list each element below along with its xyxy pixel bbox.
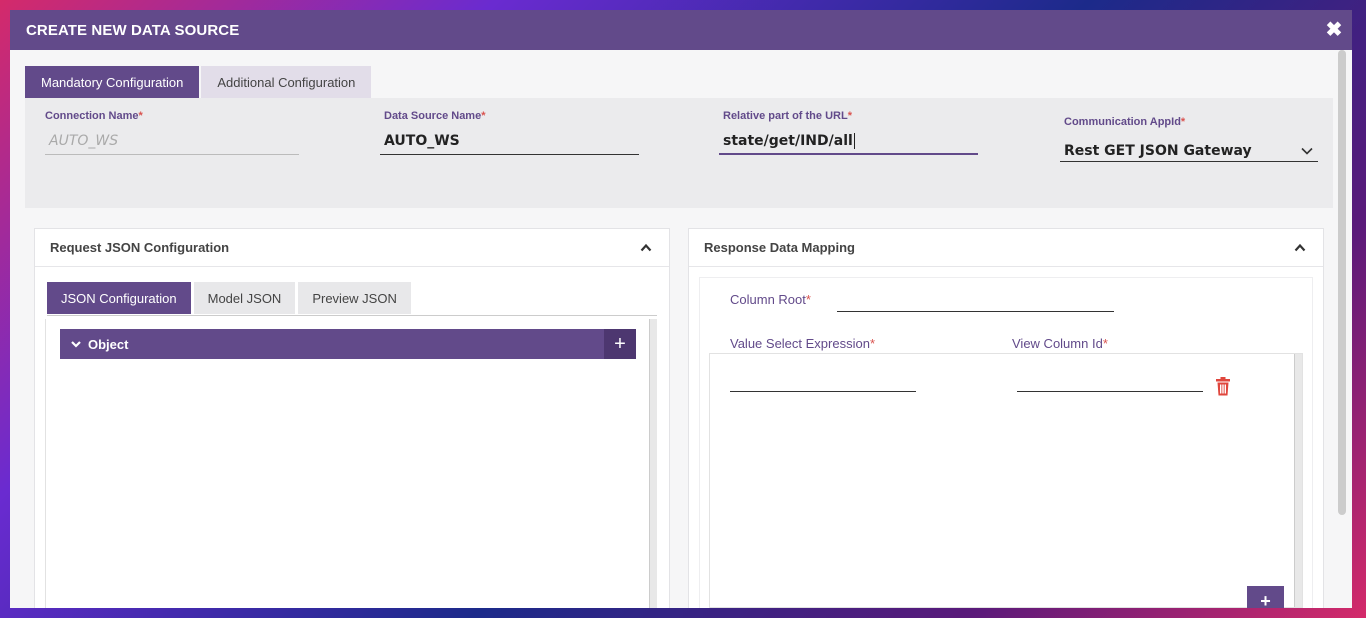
add-child-button[interactable]: + xyxy=(604,329,636,359)
json-tree-area: Object + xyxy=(45,319,657,608)
connection-name-field: Connection Name* AUTO_WS xyxy=(45,110,299,155)
tab-model-json[interactable]: Model JSON xyxy=(193,282,296,314)
data-source-name-field: Data Source Name* AUTO_WS xyxy=(380,110,639,155)
value-select-expression-label: Value Select Expression* xyxy=(730,336,876,351)
view-column-id-input[interactable] xyxy=(1017,391,1203,392)
chevron-up-icon[interactable] xyxy=(1293,241,1307,255)
relative-url-label: Relative part of the URL* xyxy=(723,110,852,122)
chevron-up-icon[interactable] xyxy=(639,241,653,255)
tree-scrollbar[interactable] xyxy=(649,319,657,608)
mapping-content: Column Root* Value Select Expression* Vi… xyxy=(699,277,1313,608)
response-mapping-header: Response Data Mapping xyxy=(689,229,1323,267)
communication-appid-value: Rest GET JSON Gateway xyxy=(1064,142,1252,159)
modal-header: CREATE NEW DATA SOURCE ✖ xyxy=(10,10,1352,50)
data-source-name-input[interactable]: AUTO_WS xyxy=(380,127,639,155)
tab-preview-json[interactable]: Preview JSON xyxy=(298,282,411,314)
object-node[interactable]: Object + xyxy=(60,329,636,359)
value-select-expression-input[interactable] xyxy=(730,391,916,392)
request-json-title: Request JSON Configuration xyxy=(50,240,230,255)
mandatory-config-panel: Connection Name* AUTO_WS Data Source Nam… xyxy=(25,98,1333,208)
communication-appid-label: Communication AppId* xyxy=(1064,116,1186,128)
tab-mandatory-configuration[interactable]: Mandatory Configuration xyxy=(25,66,200,99)
communication-appid-select[interactable]: Rest GET JSON Gateway xyxy=(1060,134,1318,162)
response-mapping-card: Response Data Mapping Column Root* Value… xyxy=(688,228,1324,608)
communication-appid-field: Communication AppId* Rest GET JSON Gatew… xyxy=(1060,116,1318,162)
trash-icon[interactable] xyxy=(1215,377,1231,396)
object-node-label: Object xyxy=(88,336,129,352)
data-source-name-label: Data Source Name* xyxy=(384,110,486,122)
request-subtabs: JSON Configuration Model JSON Preview JS… xyxy=(47,282,411,314)
view-column-id-label: View Column Id* xyxy=(1012,336,1108,351)
config-tabs: Mandatory Configuration Additional Confi… xyxy=(25,66,372,99)
chevron-down-icon[interactable] xyxy=(70,338,82,350)
chevron-down-icon xyxy=(1301,147,1313,155)
close-icon[interactable]: ✖ xyxy=(1324,20,1344,40)
tab-json-configuration[interactable]: JSON Configuration xyxy=(47,282,191,314)
subtab-divider xyxy=(47,315,657,316)
tab-additional-configuration[interactable]: Additional Configuration xyxy=(201,66,372,99)
create-data-source-modal: CREATE NEW DATA SOURCE ✖ Mandatory Confi… xyxy=(10,10,1352,608)
mapping-scrollbar[interactable] xyxy=(1294,354,1302,607)
column-root-input[interactable] xyxy=(837,311,1114,312)
relative-url-input[interactable]: state/get/IND/all xyxy=(719,127,978,155)
relative-url-field: Relative part of the URL* state/get/IND/… xyxy=(719,110,978,155)
request-json-header: Request JSON Configuration xyxy=(35,229,669,267)
request-json-card: Request JSON Configuration JSON Configur… xyxy=(34,228,670,608)
mapping-rows: + xyxy=(709,353,1303,608)
connection-name-label: Connection Name* xyxy=(45,110,143,122)
response-mapping-title: Response Data Mapping xyxy=(704,240,855,255)
column-root-label: Column Root* xyxy=(730,292,811,307)
text-caret xyxy=(853,133,855,149)
connection-name-input[interactable]: AUTO_WS xyxy=(45,127,299,155)
page-scrollbar[interactable] xyxy=(1338,50,1346,515)
add-mapping-button[interactable]: + xyxy=(1247,586,1284,608)
modal-body: Mandatory Configuration Additional Confi… xyxy=(10,50,1352,608)
modal-title: CREATE NEW DATA SOURCE xyxy=(26,21,240,39)
